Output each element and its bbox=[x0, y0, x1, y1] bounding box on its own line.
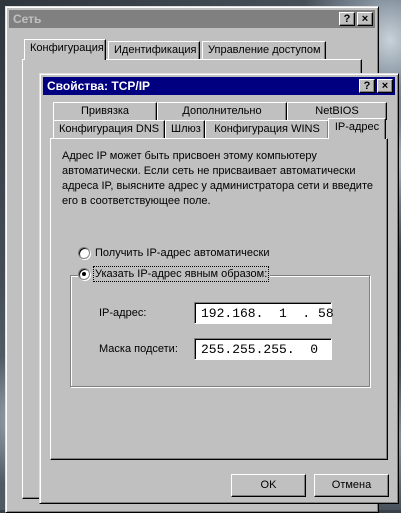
tcpip-dialog: Свойства: TCP/IP ? × Привязка Дополнител… bbox=[39, 73, 399, 504]
tab-binding[interactable]: Привязка bbox=[53, 102, 157, 120]
tab-gateway[interactable]: Шлюз bbox=[165, 120, 205, 138]
radio-manual-button[interactable] bbox=[78, 268, 90, 280]
ip-address-field[interactable]: 192.168. 1 . 58 bbox=[194, 302, 334, 324]
tcpip-dialog-titlebar[interactable]: Свойства: TCP/IP ? × bbox=[43, 77, 395, 95]
ok-button[interactable]: OK bbox=[231, 474, 306, 497]
radio-manual-label: Указать IP-адрес явным образом: bbox=[92, 266, 270, 282]
subnet-mask-label: Маска подсети: bbox=[99, 343, 178, 355]
tab-ip-address[interactable]: IP-адрес bbox=[328, 118, 386, 139]
network-window-title: Сеть bbox=[13, 12, 42, 26]
ip-tab-panel: Адрес IP может быть присвоен этому компь… bbox=[50, 138, 388, 460]
tab-wins-config[interactable]: Конфигурация WINS bbox=[205, 120, 329, 138]
tcpip-dialog-title: Свойства: TCP/IP bbox=[47, 79, 151, 93]
tab-configuration[interactable]: Конфигурация bbox=[24, 39, 106, 60]
radio-auto-label: Получить IP-адрес автоматически bbox=[95, 247, 270, 259]
help-button[interactable]: ? bbox=[359, 79, 375, 93]
ip-address-label: IP-адрес: bbox=[99, 307, 147, 319]
radio-manual-ip[interactable]: Указать IP-адрес явным образом: bbox=[78, 266, 271, 282]
radio-auto-button[interactable] bbox=[78, 247, 90, 259]
help-button[interactable]: ? bbox=[339, 12, 355, 26]
tab-advanced[interactable]: Дополнительно bbox=[157, 102, 287, 120]
close-button[interactable]: × bbox=[377, 79, 393, 93]
subnet-mask-field[interactable]: 255.255.255. 0 bbox=[194, 338, 332, 360]
manual-ip-groupbox bbox=[70, 275, 370, 387]
cancel-button[interactable]: Отмена bbox=[314, 474, 389, 497]
tab-dns-config[interactable]: Конфигурация DNS bbox=[53, 120, 165, 138]
description-text: Адрес IP может быть присвоен этому компь… bbox=[62, 150, 373, 207]
tab-access-control[interactable]: Управление доступом bbox=[202, 41, 326, 59]
close-button[interactable]: × bbox=[357, 12, 373, 26]
network-window-titlebar[interactable]: Сеть ? × bbox=[9, 10, 375, 28]
tab-identification[interactable]: Идентификация bbox=[108, 41, 200, 59]
radio-auto-ip[interactable]: Получить IP-адрес автоматически bbox=[78, 247, 269, 259]
